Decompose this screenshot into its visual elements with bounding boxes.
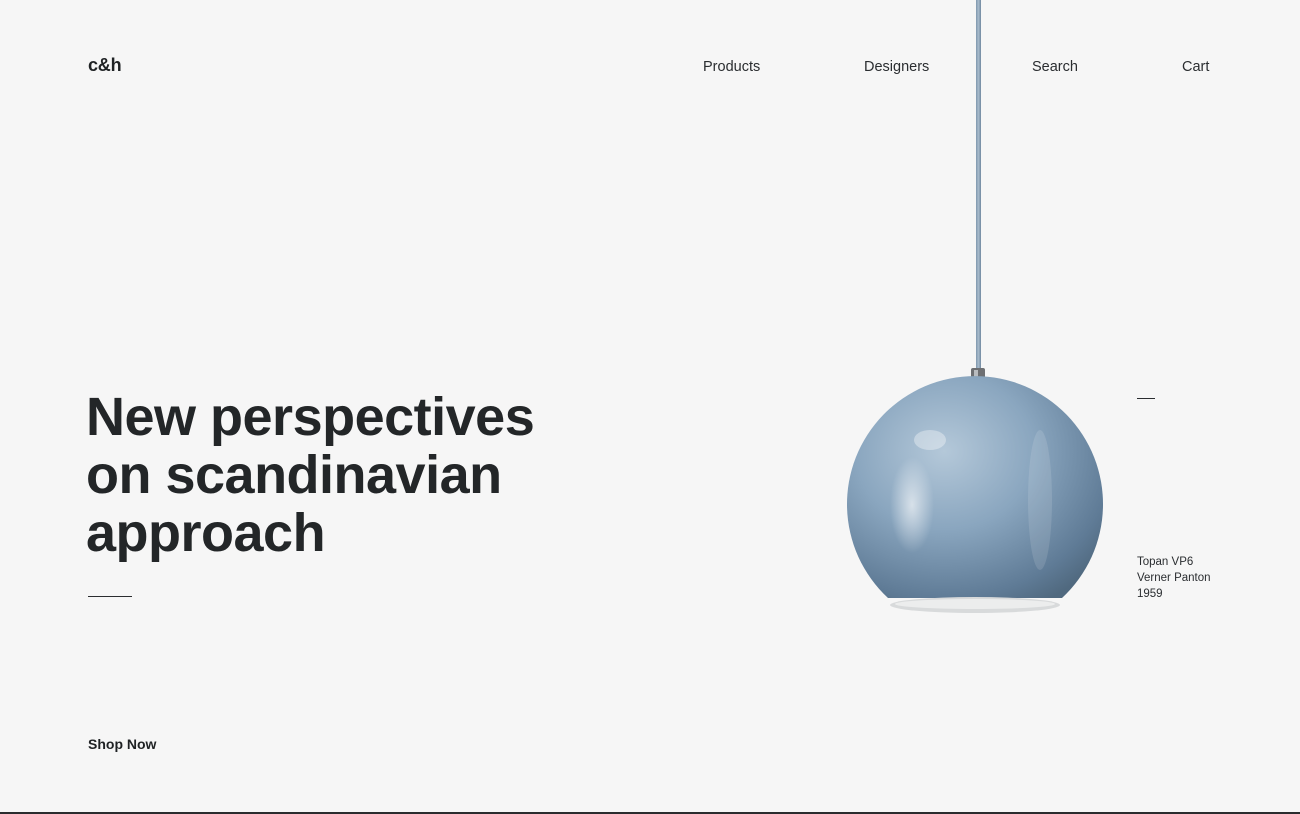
shop-now-link[interactable]: Shop Now bbox=[88, 736, 156, 752]
landing-page: c&h Products Designers Search Cart New p… bbox=[0, 0, 1300, 812]
nav-cart[interactable]: Cart bbox=[1182, 59, 1209, 75]
lamp-shade bbox=[847, 376, 1103, 598]
product-designer: Verner Panton bbox=[1137, 572, 1211, 584]
hero-title-line-1: New perspectives bbox=[86, 387, 535, 447]
logo[interactable]: c&h bbox=[88, 55, 122, 76]
hero-divider bbox=[88, 596, 132, 597]
pendant-lamp-image bbox=[847, 0, 1103, 613]
product-year: 1959 bbox=[1137, 588, 1163, 600]
product-caption: Topan VP6 Verner Panton 1959 bbox=[1137, 554, 1211, 602]
nav-products[interactable]: Products bbox=[703, 59, 760, 75]
product-name: Topan VP6 bbox=[1137, 556, 1194, 568]
lamp-cord bbox=[976, 0, 981, 372]
hero-title-line-2: on scandinavian bbox=[86, 445, 502, 505]
caption-divider bbox=[1137, 398, 1155, 399]
hero-title: New perspectives on scandinavian approac… bbox=[86, 388, 646, 562]
hero-title-line-3: approach bbox=[86, 503, 326, 563]
